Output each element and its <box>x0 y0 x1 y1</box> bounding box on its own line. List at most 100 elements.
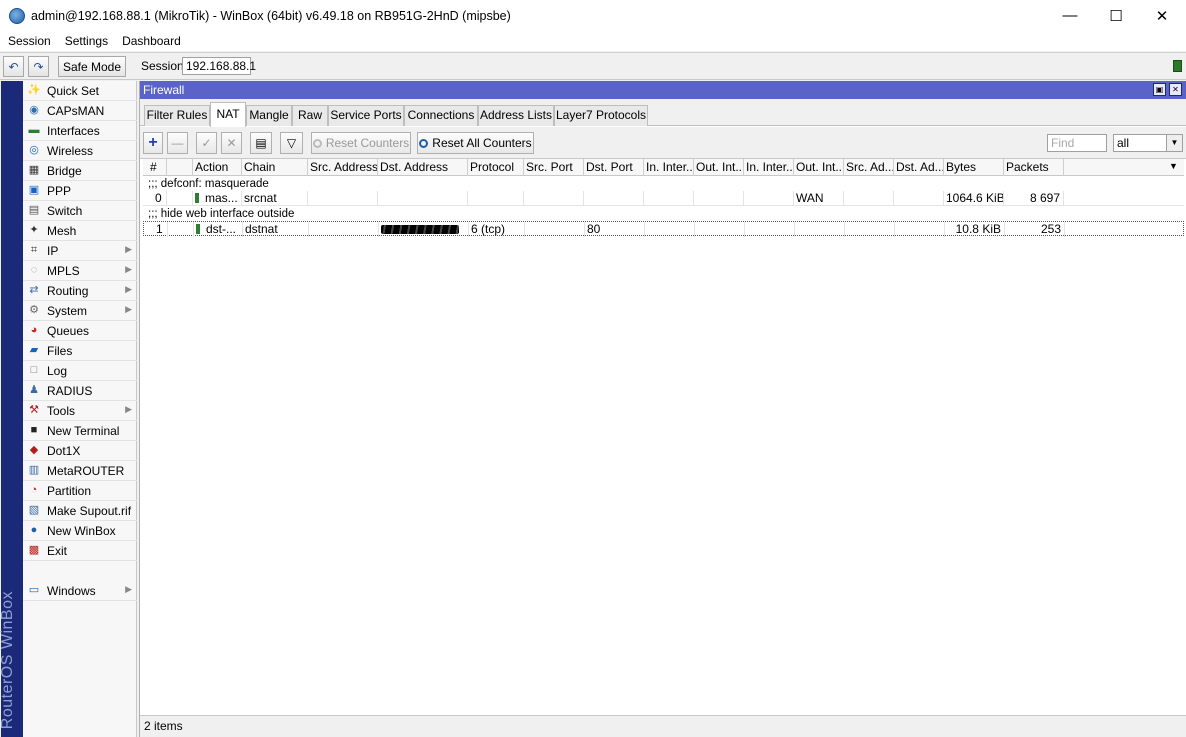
submenu-arrow-icon: ▶ <box>125 244 132 254</box>
tab-service-ports[interactable]: Service Ports <box>328 105 404 126</box>
close-window-button[interactable]: ✕ <box>1169 83 1182 96</box>
find-input[interactable]: Find <box>1047 134 1107 152</box>
cell-dst-address <box>378 191 468 206</box>
cell-protocol <box>468 191 524 206</box>
menu-dashboard[interactable]: Dashboard <box>122 34 181 48</box>
sidebar-item-mesh[interactable]: ✦ Mesh <box>23 221 137 241</box>
enable-rule-button[interactable]: ✓ <box>196 132 217 154</box>
sidebar-item-label: Tools <box>47 403 76 418</box>
sidebar-item-queues[interactable]: ◕ Queues <box>23 321 137 341</box>
column-header-out-interface[interactable]: Out. Int... <box>694 159 744 176</box>
column-header-protocol[interactable]: Protocol <box>468 159 524 176</box>
maximize-button[interactable]: ☐ <box>1093 0 1139 31</box>
sidebar-item-switch[interactable]: ▤ Switch <box>23 201 137 221</box>
tab-layer7-protocols[interactable]: Layer7 Protocols <box>554 105 648 126</box>
sidebar-item-dot1x[interactable]: ◆ Dot1X <box>23 441 137 461</box>
sidebar-item-label: Wireless <box>47 143 94 158</box>
restore-window-button[interactable]: ▣ <box>1153 83 1166 96</box>
column-header-dst-address[interactable]: Dst. Address <box>378 159 468 176</box>
sidebar-item-make-supout-rif[interactable]: ▧ Make Supout.rif <box>23 501 137 521</box>
safe-mode-button[interactable]: Safe Mode <box>58 56 126 77</box>
sidebar-item-label: Routing <box>47 283 89 298</box>
column-header-src-address-list[interactable]: Src. Ad... <box>844 159 894 176</box>
reset-all-icon <box>419 138 429 148</box>
filter-select[interactable]: all ▼ <box>1113 134 1183 152</box>
sidebar-item-log[interactable]: □ Log <box>23 361 137 381</box>
column-header-num[interactable]: # <box>143 159 167 176</box>
remove-rule-button[interactable]: — <box>167 132 188 154</box>
table-row[interactable]: 1 dst-... dstnat 6 (tcp) 80 10.8 KiB 253 <box>143 221 1184 237</box>
cell-bytes: 10.8 KiB <box>945 222 1005 237</box>
session-label: Session: <box>141 59 188 73</box>
sidebar-item-files[interactable]: ▰ Files <box>23 341 137 361</box>
column-header-out-interface-list[interactable]: Out. Int... <box>794 159 844 176</box>
sidebar-item-ppp[interactable]: ▣ PPP <box>23 181 137 201</box>
rule-comment[interactable]: ;;; defconf: masquerade <box>148 177 269 191</box>
switch-icon: ▤ <box>28 204 40 216</box>
sidebar-item-routing[interactable]: ⇄ Routing ▶ <box>23 281 137 301</box>
reset-counters-button[interactable]: Reset Counters <box>311 132 411 154</box>
tab-raw[interactable]: Raw <box>292 105 328 126</box>
close-button[interactable]: ✕ <box>1139 0 1185 31</box>
sidebar-item-ip[interactable]: ⌗ IP ▶ <box>23 241 137 261</box>
sidebar-item-label: Mesh <box>47 223 77 238</box>
sidebar-item-system[interactable]: ⚙ System ▶ <box>23 301 137 321</box>
column-header-flag[interactable] <box>167 159 193 176</box>
column-header-dst-address-list[interactable]: Dst. Ad... <box>894 159 944 176</box>
column-header-bytes[interactable]: Bytes <box>944 159 1004 176</box>
sidebar-item-tools[interactable]: ⚒ Tools ▶ <box>23 401 137 421</box>
sidebar-item-label: Partition <box>47 483 92 498</box>
add-rule-button[interactable]: + <box>143 132 163 154</box>
column-header-in-interface-list[interactable]: In. Inter... <box>744 159 794 176</box>
rule-comment[interactable]: ;;; hide web interface outside <box>148 207 294 221</box>
tab-connections[interactable]: Connections <box>404 105 478 126</box>
cell-chain: srcnat <box>242 191 308 206</box>
cell-out-interface <box>694 191 744 206</box>
brand-strip: RouterOS WinBox <box>0 81 23 737</box>
column-header-src-port[interactable]: Src. Port <box>524 159 584 176</box>
sidebar-item-radius[interactable]: ♟ RADIUS <box>23 381 137 401</box>
sidebar-item-new-terminal[interactable]: ■ New Terminal <box>23 421 137 441</box>
disable-rule-button[interactable]: ✕ <box>221 132 242 154</box>
sidebar-item-bridge[interactable]: ▦ Bridge <box>23 161 137 181</box>
undo-button[interactable]: ↶ <box>3 56 24 77</box>
sidebar-item-interfaces[interactable]: ▬ Interfaces <box>23 121 137 141</box>
minimize-button[interactable]: — <box>1047 0 1093 31</box>
sidebar-item-capsman[interactable]: ◉ CAPsMAN <box>23 101 137 121</box>
sidebar-item-mpls[interactable]: ◌ MPLS ▶ <box>23 261 137 281</box>
tab-address-lists[interactable]: Address Lists <box>478 105 554 126</box>
column-header-action[interactable]: Action <box>193 159 242 176</box>
tab-filter-rules[interactable]: Filter Rules <box>144 105 210 126</box>
column-header-chain[interactable]: Chain <box>242 159 308 176</box>
sidebar-item-exit[interactable]: ▩ Exit <box>23 541 137 561</box>
column-header-dst-port[interactable]: Dst. Port <box>584 159 644 176</box>
quick-set-icon: ✨ <box>27 84 41 96</box>
cell-out-interface <box>695 222 745 237</box>
table-row[interactable]: 0 mas... srcnat WAN 1064.6 KiB 8 697 <box>143 191 1184 206</box>
comment-rule-button[interactable]: ▤ <box>250 132 272 154</box>
menu-settings[interactable]: Settings <box>65 34 108 48</box>
column-header-in-interface[interactable]: In. Inter... <box>644 159 694 176</box>
menu-session[interactable]: Session <box>8 34 51 48</box>
cell-src-port <box>524 191 584 206</box>
column-header-src-address[interactable]: Src. Address <box>308 159 378 176</box>
reset-all-counters-button[interactable]: Reset All Counters <box>417 132 534 154</box>
sidebar-item-metarouter[interactable]: ▥ MetaROUTER <box>23 461 137 481</box>
columns-menu-icon[interactable]: ▼ <box>1169 161 1178 171</box>
window-title: admin@192.168.88.1 (MikroTik) - WinBox (… <box>31 8 511 23</box>
tab-mangle[interactable]: Mangle <box>246 105 292 126</box>
column-header-packets[interactable]: Packets <box>1004 159 1064 176</box>
sidebar-item-partition[interactable]: ◔ Partition <box>23 481 137 501</box>
cell-packets: 253 <box>1005 222 1065 237</box>
tab-nat[interactable]: NAT <box>210 102 246 127</box>
sidebar-item-windows[interactable]: ▭ Windows ▶ <box>23 581 137 601</box>
sidebar-item-quick-set[interactable]: ✨ Quick Set <box>23 81 137 101</box>
nat-table-header: # Action Chain Src. Address Dst. Address Prot… <box>143 159 1184 176</box>
filter-button[interactable]: ▽ <box>280 132 303 154</box>
redo-button[interactable]: ↷ <box>28 56 49 77</box>
connection-status-icon <box>1173 60 1182 72</box>
reset-icon <box>312 138 322 148</box>
main-toolbar: ↶ ↷ Safe Mode Session: 192.168.88.1 <box>0 52 1186 80</box>
sidebar-item-new-winbox[interactable]: ● New WinBox <box>23 521 137 541</box>
sidebar-item-wireless[interactable]: ◎ Wireless <box>23 141 137 161</box>
